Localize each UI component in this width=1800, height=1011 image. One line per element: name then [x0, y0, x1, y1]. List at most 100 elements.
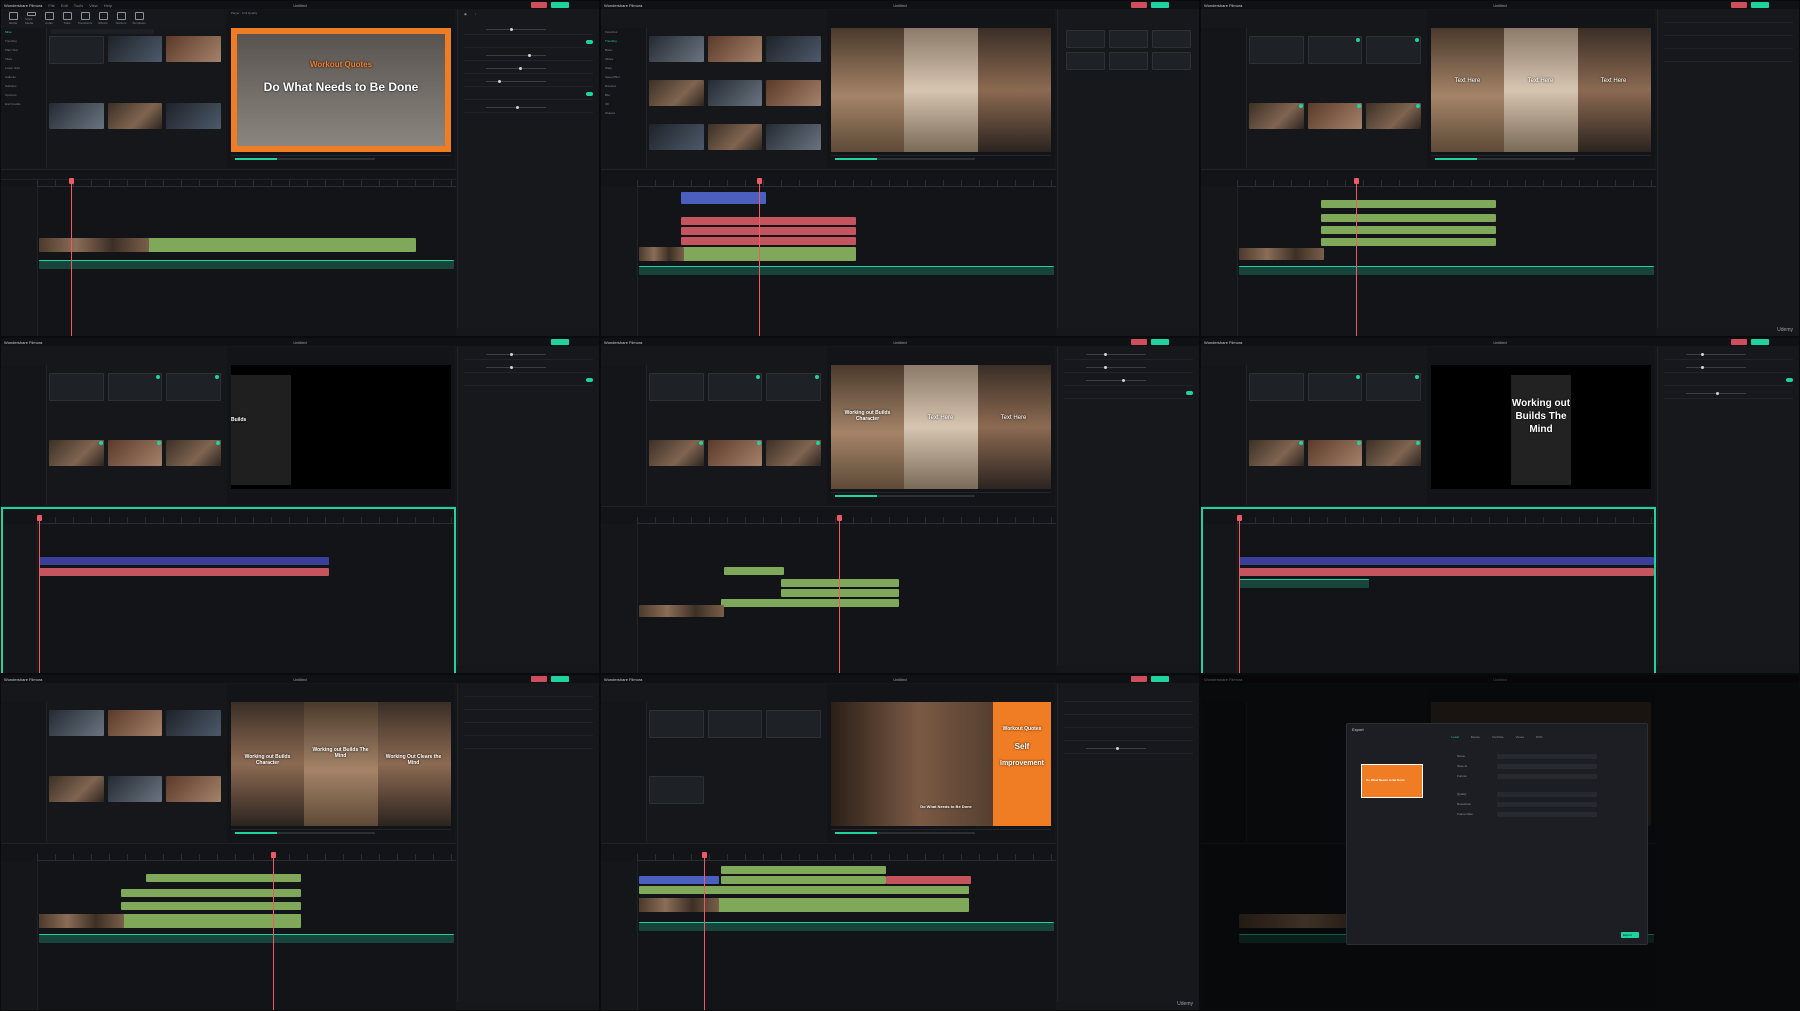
asset-thumb[interactable]	[707, 124, 763, 150]
asset-thumb[interactable]	[107, 440, 163, 466]
playhead[interactable]	[37, 515, 42, 673]
import-media-tile[interactable]	[1249, 373, 1304, 401]
timeline-ruler[interactable]	[637, 854, 1056, 861]
prop-row[interactable]	[1064, 389, 1193, 399]
asset-thumb[interactable]	[1366, 36, 1421, 64]
asset-thumb[interactable]	[707, 80, 763, 106]
purchase-button[interactable]	[1731, 339, 1747, 345]
asset-thumb[interactable]	[707, 440, 763, 466]
purchase-button[interactable]	[1131, 2, 1147, 8]
sidebar-item[interactable]: Blur	[605, 93, 642, 100]
timeline-ruler[interactable]	[37, 180, 456, 187]
prop-row[interactable]	[464, 363, 593, 373]
audio-tab[interactable]: Audio	[43, 12, 55, 25]
sidebar-item[interactable]: Trending	[605, 39, 642, 46]
timeline-ruler[interactable]	[637, 180, 1056, 187]
title-clip[interactable]	[721, 866, 886, 874]
title-clip[interactable]	[781, 579, 899, 587]
asset-thumb[interactable]	[707, 36, 763, 62]
sidebar-item[interactable]: Slides	[605, 57, 642, 64]
format-field[interactable]: Format	[1457, 774, 1627, 780]
title-clip[interactable]	[721, 599, 899, 607]
prop-row[interactable]	[464, 38, 593, 48]
timeline-ruler[interactable]	[637, 517, 1056, 524]
title-clip[interactable]	[639, 876, 719, 884]
asset-thumb[interactable]	[1307, 373, 1363, 401]
sidebar-item[interactable]: Titles	[5, 57, 42, 64]
title-clip[interactable]	[781, 589, 899, 597]
quality-field[interactable]: Quality	[1457, 792, 1627, 798]
asset-thumb[interactable]	[49, 710, 104, 736]
asset-thumb[interactable]	[766, 440, 821, 466]
export-button[interactable]	[551, 2, 569, 8]
title-clip[interactable]	[1321, 238, 1496, 246]
playhead[interactable]	[69, 178, 74, 336]
sidebar-item[interactable]: Subtitles	[5, 84, 42, 91]
asset-thumb[interactable]	[107, 373, 163, 401]
asset-thumb[interactable]	[707, 373, 763, 401]
asset-thumb[interactable]	[49, 103, 104, 129]
video-clip[interactable]	[39, 238, 149, 252]
export-button[interactable]	[551, 676, 569, 682]
sidebar-item[interactable]: End Credits	[5, 102, 42, 109]
menu-help[interactable]: Help	[104, 3, 112, 8]
prop-row[interactable]	[1064, 687, 1193, 702]
title-clip[interactable]	[146, 238, 416, 252]
playback-scrubber[interactable]	[835, 495, 975, 497]
sidebar-item[interactable]: Trending	[5, 39, 42, 46]
tab-dvd[interactable]: DVD	[1536, 735, 1542, 739]
prop-row[interactable]	[1664, 389, 1793, 399]
title-clip[interactable]	[146, 874, 301, 882]
prop-row[interactable]	[1064, 705, 1193, 715]
prop-row[interactable]	[1064, 350, 1193, 360]
save-to-field[interactable]: Save to	[1457, 764, 1627, 770]
import-media-tile[interactable]	[1249, 36, 1304, 64]
prop-row[interactable]	[464, 90, 593, 100]
playback-scrubber[interactable]	[235, 158, 375, 160]
title-clip[interactable]	[39, 557, 329, 565]
asset-thumb[interactable]	[49, 776, 104, 802]
title-clip[interactable]	[724, 567, 784, 575]
asset-thumb[interactable]	[766, 36, 821, 62]
asset-thumb[interactable]	[1307, 440, 1363, 466]
timeline-ruler[interactable]	[37, 517, 456, 524]
menu-edit[interactable]: Edit	[61, 3, 68, 8]
asset-thumb[interactable]	[107, 776, 163, 802]
selected-clip[interactable]	[681, 192, 766, 204]
prop-row[interactable]	[1064, 744, 1193, 754]
toggle[interactable]	[586, 40, 593, 44]
purchase-button[interactable]	[1731, 2, 1747, 8]
title-clip[interactable]	[121, 889, 301, 897]
purchase-button[interactable]	[531, 676, 547, 682]
sidebar-item[interactable]: 3D	[605, 102, 642, 109]
layout-option[interactable]	[1152, 52, 1191, 70]
asset-thumb[interactable]	[107, 36, 163, 62]
sidebar-item[interactable]: Favorites	[605, 30, 642, 37]
purchase-button[interactable]	[1131, 676, 1147, 682]
asset-thumb[interactable]	[49, 440, 104, 466]
sidebar-item[interactable]: Openers	[5, 93, 42, 100]
audio-clip[interactable]	[39, 934, 454, 943]
title-clip[interactable]	[1239, 568, 1654, 576]
timeline-ruler[interactable]	[1237, 517, 1656, 524]
playhead[interactable]	[837, 515, 842, 673]
tab-local[interactable]: Local	[1452, 735, 1459, 739]
playback-scrubber[interactable]	[235, 832, 375, 834]
asset-thumb[interactable]	[649, 776, 704, 804]
audio-clip[interactable]	[639, 922, 1054, 931]
tab-device[interactable]: Device	[1471, 735, 1480, 739]
sidebar-item[interactable]: Plain Text	[5, 48, 42, 55]
export-button[interactable]	[1751, 339, 1769, 345]
prop-row[interactable]	[1664, 376, 1793, 386]
prop-row[interactable]	[464, 51, 593, 61]
title-clip[interactable]	[1321, 200, 1496, 208]
toggle[interactable]	[1786, 378, 1793, 382]
export-confirm-button[interactable]: Export	[1621, 932, 1639, 938]
asset-thumb[interactable]	[1307, 103, 1363, 129]
prop-row[interactable]	[1064, 363, 1193, 373]
asset-thumb[interactable]	[766, 124, 821, 150]
layout-option[interactable]	[1109, 52, 1148, 70]
prop-row[interactable]	[1064, 718, 1193, 728]
tab-youtube[interactable]: YouTube	[1492, 735, 1504, 739]
prop-row[interactable]	[1664, 363, 1793, 373]
